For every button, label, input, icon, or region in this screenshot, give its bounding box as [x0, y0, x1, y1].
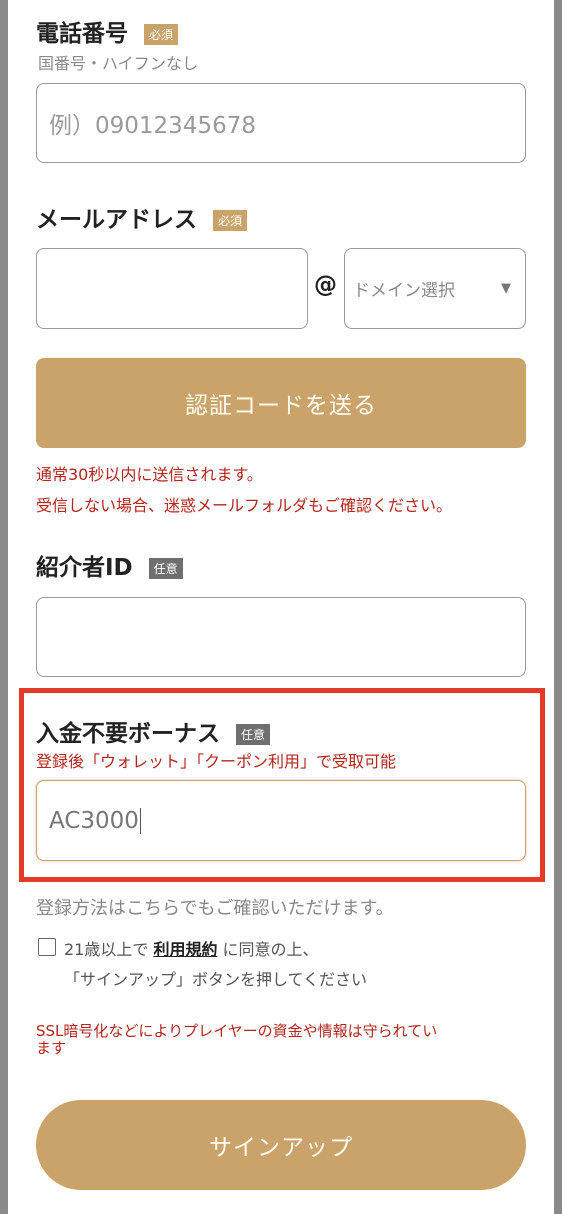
bonus-code-input[interactable]: AC3000 [36, 780, 526, 861]
bonus-label-row: 入金不要ボーナス 任意 [36, 714, 271, 748]
required-badge: 必須 [144, 24, 179, 45]
send-note-2: 受信しない場合、迷惑メールフォルダもご確認ください。 [36, 496, 453, 515]
text-caret [139, 807, 141, 834]
terms-line-1: 21歳以上で 利用規約 に同意の上、 [64, 936, 319, 960]
dropdown-triangle-icon: ▼ [501, 281, 511, 296]
optional-badge: 任意 [148, 558, 183, 579]
email-label-row: メールアドレス 必須 [36, 200, 248, 234]
send-note-1: 通常30秒以内に送信されます。 [36, 465, 263, 484]
at-sign: @ [314, 272, 337, 298]
phone-label-row: 電話番号 必須 [36, 14, 179, 48]
security-note-line-1: SSL暗号化などによりプレイヤーの資金や情報は守られてい [36, 1022, 438, 1040]
registration-info-text: 登録方法はこちらでもご確認いただけます。 [36, 898, 394, 919]
referrer-label-row: 紹介者ID 任意 [36, 548, 183, 582]
send-code-button[interactable]: 認証コードを送る [36, 358, 526, 448]
required-badge: 必須 [213, 210, 248, 231]
terms-line-2: 「サインアップ」ボタンを押してください [64, 970, 368, 989]
phone-hint: 国番号・ハイフンなし [38, 54, 199, 73]
phone-placeholder: 例）09012345678 [49, 113, 256, 139]
domain-select[interactable]: ドメイン選択 ▼ [344, 248, 526, 329]
optional-badge: 任意 [236, 724, 271, 745]
signup-form-panel: 電話番号 必須 国番号・ハイフンなし 例）09012345678 メールアドレス… [8, 0, 554, 1214]
signup-button[interactable]: サインアップ [36, 1100, 526, 1190]
bonus-note: 登録後「ウォレット」「クーポン利用」で受取可能 [36, 752, 397, 771]
bonus-label: 入金不要ボーナス [36, 721, 220, 747]
referrer-id-input[interactable] [36, 597, 526, 677]
email-local-input[interactable] [36, 248, 308, 329]
phone-label: 電話番号 [36, 21, 128, 47]
terms-suffix: に同意の上、 [217, 940, 319, 959]
bonus-code-value: AC3000 [49, 807, 139, 834]
domain-select-value: ドメイン選択 [353, 281, 455, 301]
terms-of-use-link[interactable]: 利用規約 [153, 940, 217, 959]
referrer-label: 紹介者ID [36, 555, 133, 581]
security-note-line-2: ます [36, 1039, 67, 1057]
terms-checkbox[interactable] [38, 938, 56, 956]
email-label: メールアドレス [36, 207, 197, 233]
terms-prefix: 21歳以上で [64, 940, 154, 959]
phone-input[interactable]: 例）09012345678 [36, 83, 526, 163]
